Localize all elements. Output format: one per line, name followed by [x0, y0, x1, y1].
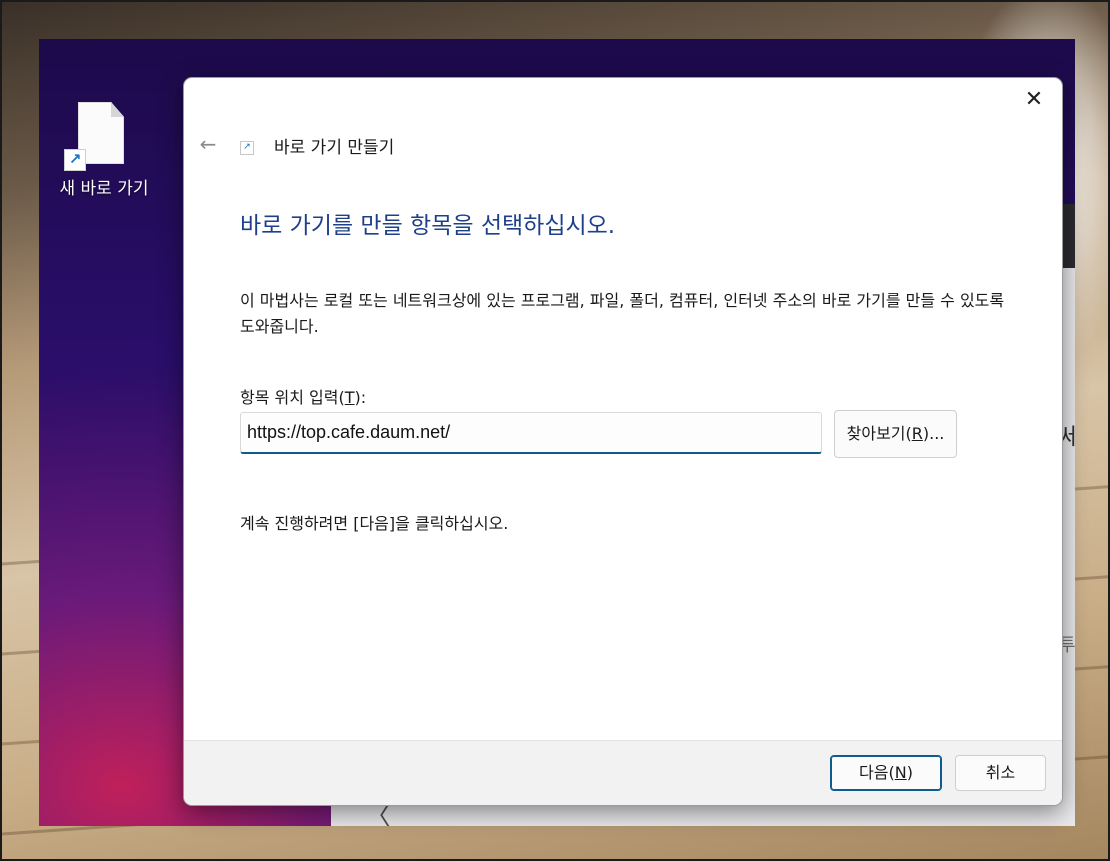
browse-button[interactable]: 찾아보기(R)... — [834, 410, 957, 458]
wizard-header: ← ↗ 바로 가기 만들기 — [196, 133, 395, 158]
access-key: R — [911, 424, 923, 443]
wizard-title: 바로 가기 만들기 — [274, 137, 395, 158]
next-button[interactable]: 다음(N) — [830, 755, 942, 791]
button-label: 찾아보기( — [846, 424, 912, 443]
continue-instruction: 계속 진행하려면 [다음]을 클릭하십시오. — [240, 514, 509, 533]
label-text: 항목 위치 입력( — [240, 388, 345, 407]
cancel-button[interactable]: 취소 — [955, 755, 1046, 791]
button-label: )... — [922, 424, 945, 443]
desktop-icon-label: 새 바로 가기 — [59, 179, 149, 199]
close-icon[interactable]: ✕ — [1016, 84, 1052, 116]
shortcut-arrow-icon: ↗ — [64, 149, 86, 171]
photo-background: 〈 세 투 ↗ 새 바로 가기 ✕ ← ↗ 바로 가기 만들기 바로 가기를 만… — [0, 0, 1110, 861]
button-label: ) — [906, 763, 913, 782]
back-arrow-icon[interactable]: ← — [196, 133, 220, 157]
desktop-shortcut-item[interactable]: ↗ 새 바로 가기 — [48, 102, 160, 199]
dialog-footer: 다음(N) 취소 — [184, 740, 1062, 805]
page-heading: 바로 가기를 만들 항목을 선택하십시오. — [240, 213, 616, 239]
create-shortcut-dialog: ✕ ← ↗ 바로 가기 만들기 바로 가기를 만들 항목을 선택하십시오. 이 … — [183, 77, 1063, 806]
button-label: 다음( — [859, 763, 895, 782]
location-field-label: 항목 위치 입력(T): — [240, 384, 366, 408]
access-key: T — [344, 388, 355, 407]
label-text: ): — [354, 388, 367, 407]
shortcut-wizard-icon: ↗ — [240, 141, 254, 155]
location-input[interactable] — [240, 412, 822, 454]
access-key: N — [894, 763, 907, 782]
description-text: 이 마법사는 로컬 또는 네트워크상에 있는 프로그램, 파일, 폴더, 컴퓨터… — [240, 291, 1005, 336]
